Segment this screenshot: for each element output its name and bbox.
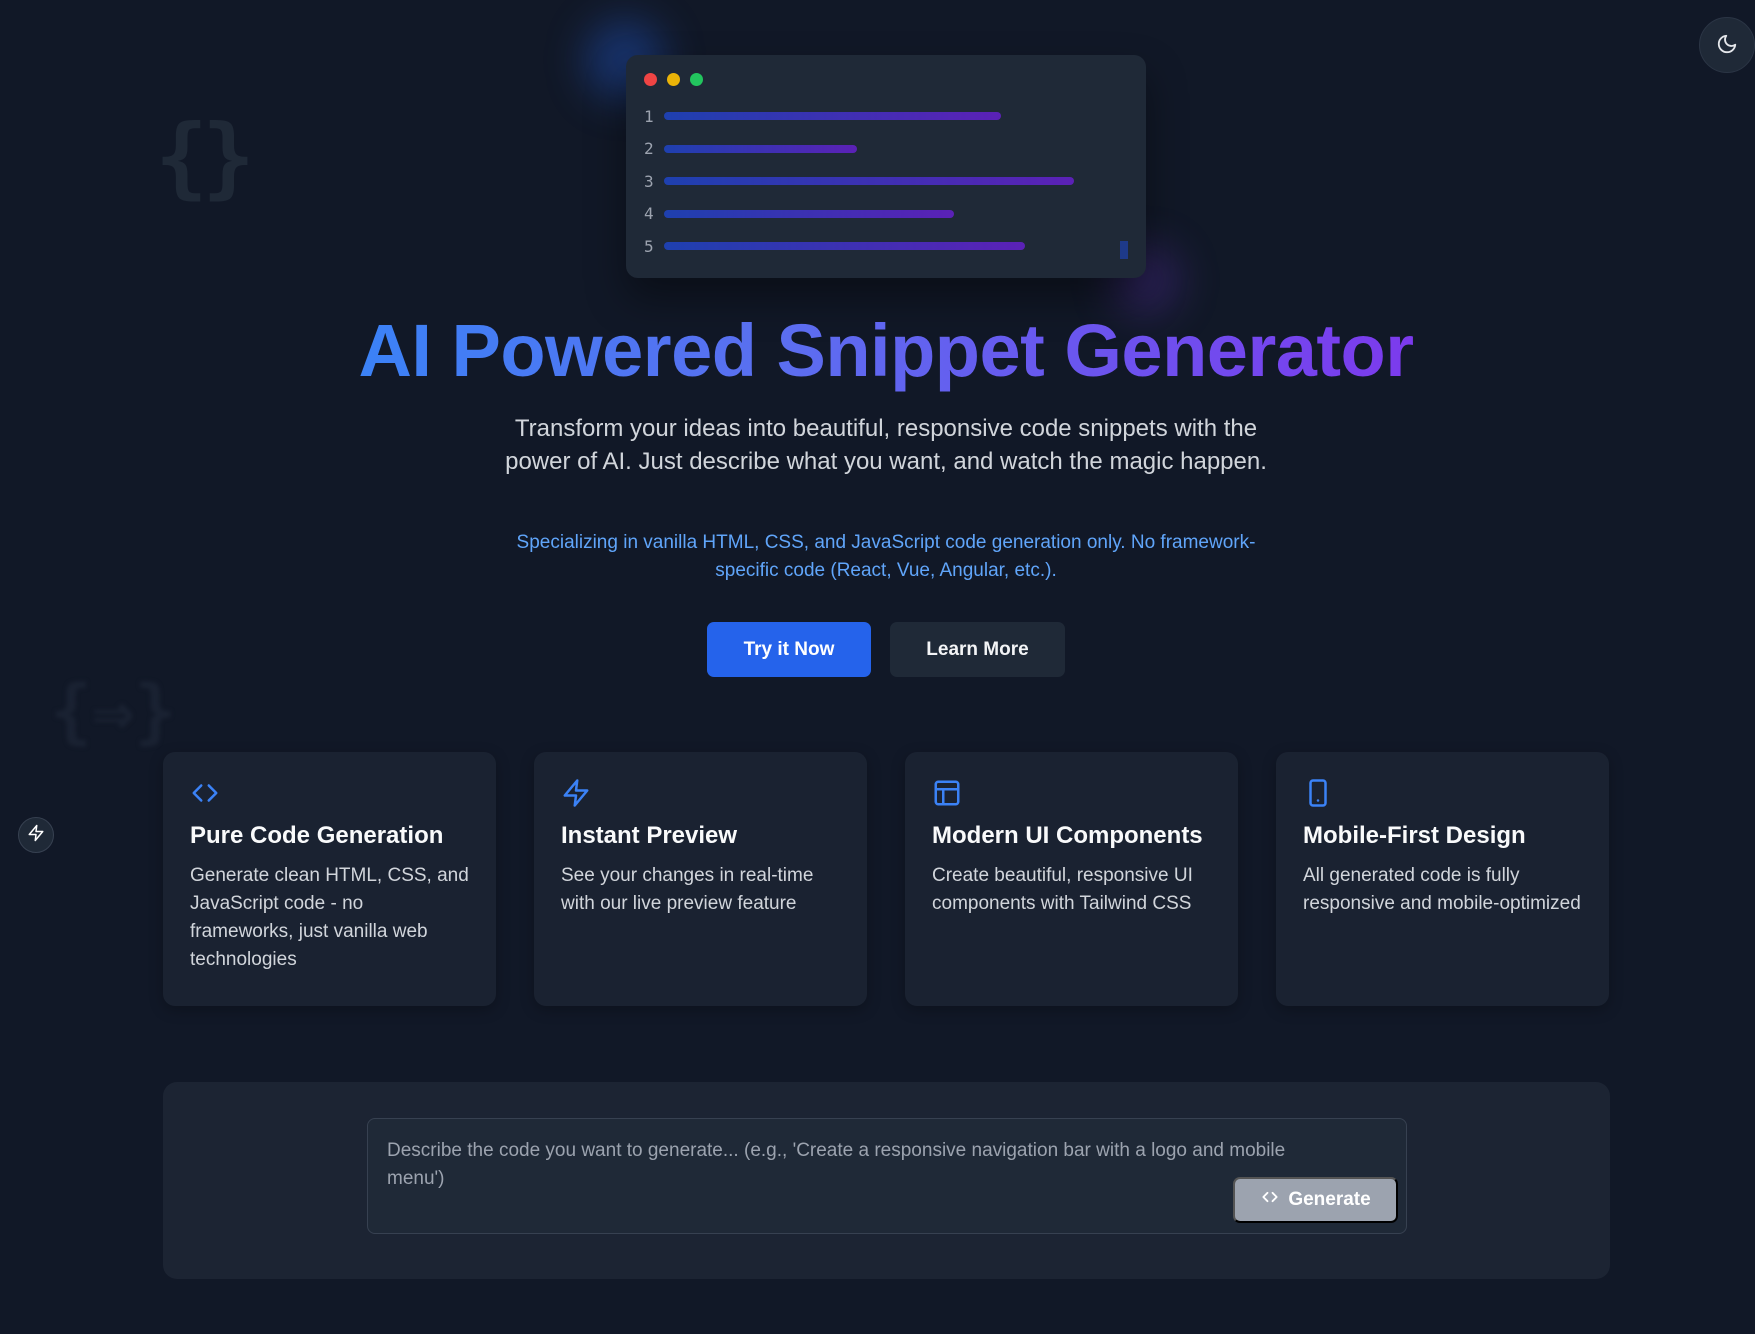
line-number: 3 [644,171,654,191]
minimize-dot [667,73,680,86]
line-number: 4 [644,204,654,224]
feature-title: Mobile-First Design [1303,822,1526,849]
code-line: 2 [644,133,1128,166]
maximize-dot [690,73,703,86]
generate-button[interactable]: Generate [1233,1177,1398,1223]
code-line: 4 [644,198,1128,231]
feature-card-modern-ui: Modern UI Components Create beautiful, r… [905,752,1238,1006]
decorative-arrow-braces: {⇒} [50,670,177,752]
mobile-icon [1303,778,1333,808]
feature-card-pure-code: Pure Code Generation Generate clean HTML… [163,752,496,1006]
feature-cards: Pure Code Generation Generate clean HTML… [163,752,1610,1006]
code-icon [190,778,220,808]
line-number: 2 [644,139,654,159]
prompt-placeholder: Describe the code you want to generate..… [387,1140,1286,1189]
code-window-illustration: 1 2 3 4 5 [626,55,1146,278]
prompt-panel: Describe the code you want to generate..… [163,1082,1610,1279]
code-line-bar [664,242,1025,251]
theme-toggle-button[interactable] [1699,17,1755,73]
feature-title: Modern UI Components [932,822,1203,849]
hero-actions: Try it Now Learn More [0,622,1755,677]
layout-icon [932,778,962,808]
line-number: 1 [644,106,654,126]
feature-title: Pure Code Generation [190,822,444,849]
decorative-braces: {} [155,105,255,208]
feature-description: Generate clean HTML, CSS, and JavaScript… [190,865,469,970]
try-it-now-button[interactable]: Try it Now [707,622,871,677]
text-cursor [1120,241,1128,259]
code-line: 5 [644,230,1128,263]
lightning-icon [27,824,45,847]
generate-button-label: Generate [1288,1189,1371,1210]
feature-card-mobile-first: Mobile-First Design All generated code i… [1276,752,1609,1006]
feature-description: All generated code is fully responsive a… [1303,865,1581,914]
code-icon [1260,1187,1280,1213]
hero-subtitle: Transform your ideas into beautiful, res… [505,415,1267,475]
hero-note: Specializing in vanilla HTML, CSS, and J… [516,532,1256,581]
code-line: 1 [644,100,1128,133]
code-line-bar [664,144,857,153]
moon-icon [1716,33,1738,58]
side-action-button[interactable] [18,817,54,853]
page-title: AI Powered Snippet Generator [358,309,1414,392]
feature-description: Create beautiful, responsive UI componen… [932,865,1193,914]
feature-title: Instant Preview [561,822,738,849]
code-line-bar [664,209,954,218]
window-controls [644,73,1128,86]
close-dot [644,73,657,86]
feature-card-instant-preview: Instant Preview See your changes in real… [534,752,867,1006]
prompt-input[interactable]: Describe the code you want to generate..… [367,1118,1407,1234]
line-number: 5 [644,236,654,256]
learn-more-button[interactable]: Learn More [890,622,1065,677]
feature-description: See your changes in real-time with our l… [561,865,814,914]
code-line: 3 [644,165,1128,198]
code-line-bar [664,177,1074,186]
code-line-bar [664,112,1001,121]
lightning-icon [561,778,591,808]
